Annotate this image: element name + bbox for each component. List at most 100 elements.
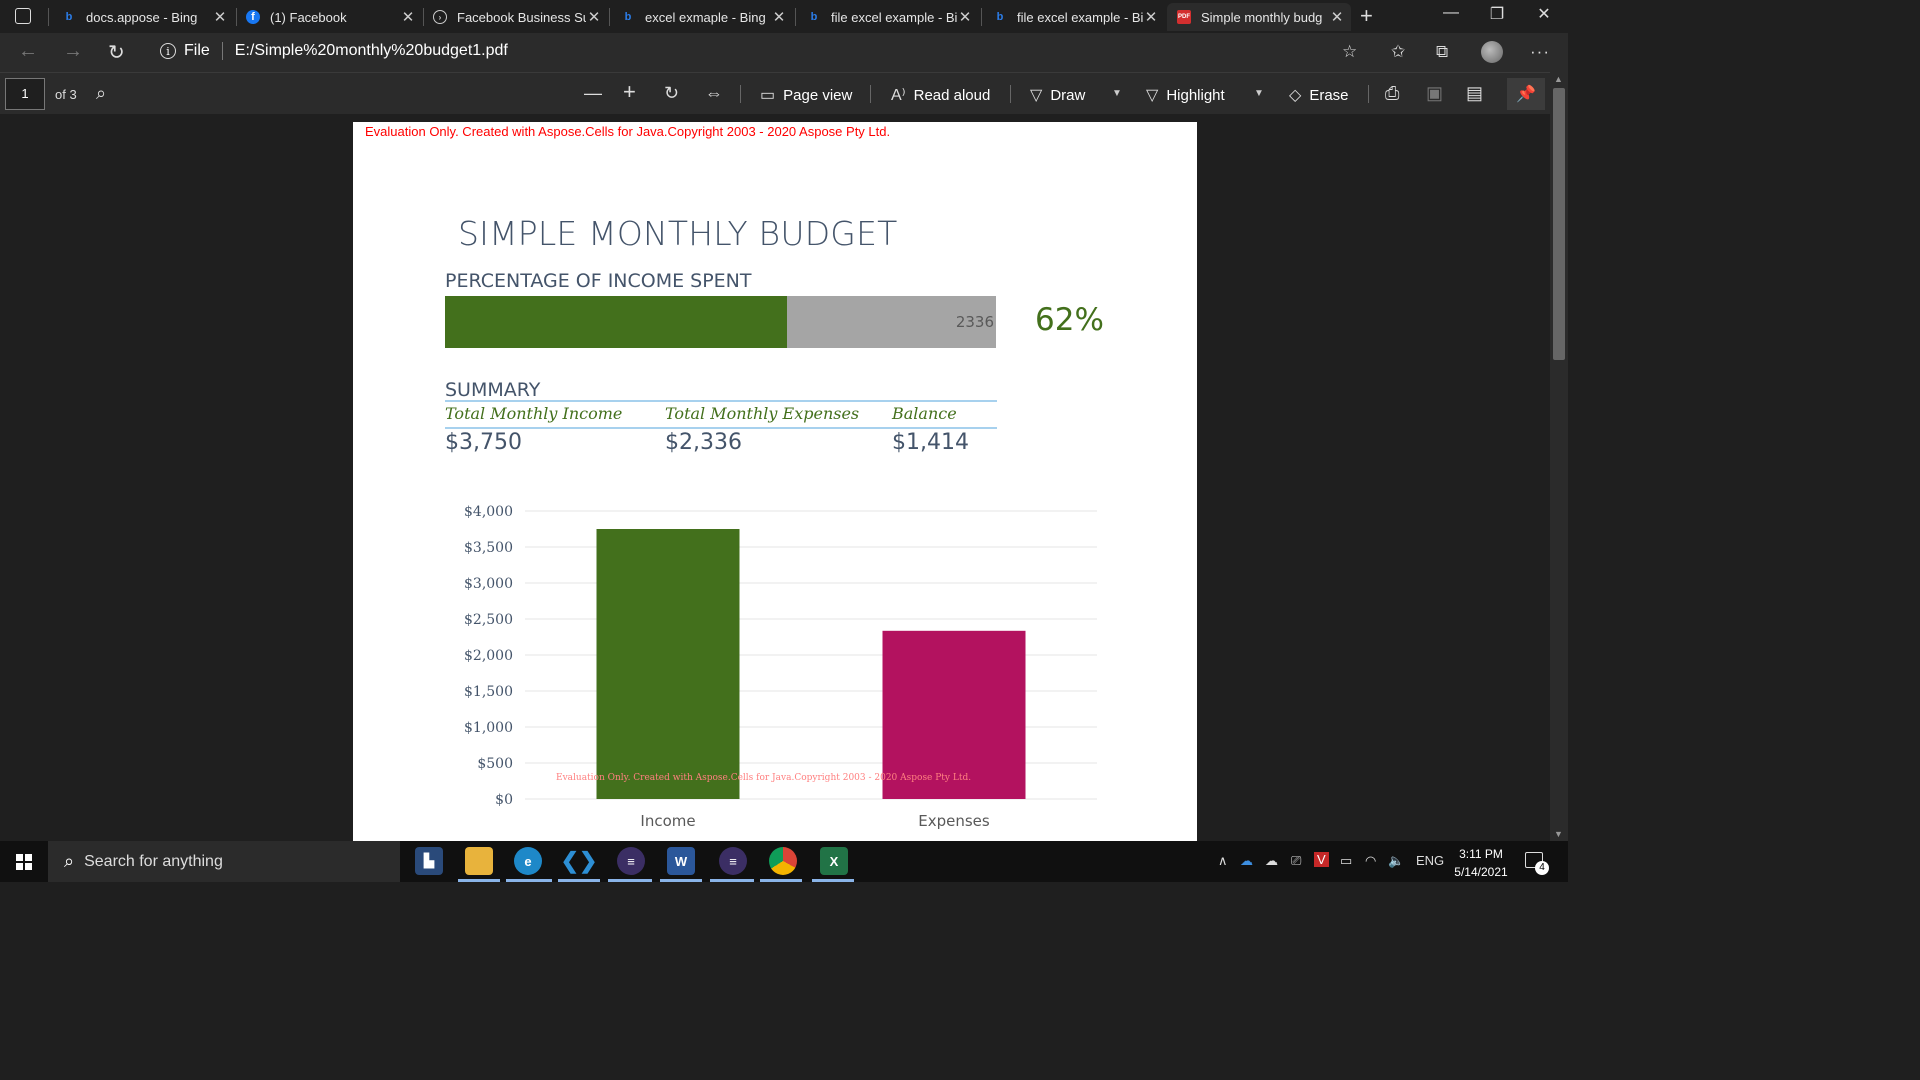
language-indicator[interactable]: ENG	[1416, 853, 1444, 868]
tab-excel-example[interactable]: b excel exmaple - Bing ✕	[611, 3, 793, 31]
edge-icon[interactable]: e	[514, 847, 542, 875]
summary-title: SUMMARY	[445, 379, 541, 401]
highlight-button[interactable]: ▽ Highlight	[1146, 85, 1225, 105]
back-icon[interactable]: ←	[18, 40, 38, 63]
excel-icon[interactable]: X	[820, 847, 848, 875]
tab-facebook[interactable]: f (1) Facebook ✕	[236, 3, 422, 31]
draw-options-chevron-icon[interactable]: ▼	[1112, 88, 1122, 99]
add-favorite-icon[interactable]: ☆	[1342, 42, 1357, 62]
collections-icon[interactable]: ⧉	[1436, 42, 1448, 62]
highlight-label: Highlight	[1166, 86, 1225, 104]
rotate-icon[interactable]: ↻	[664, 83, 679, 104]
new-tab-icon[interactable]: +	[1360, 3, 1373, 29]
running-indicator	[608, 879, 652, 882]
erase-button[interactable]: ◇ Erase	[1289, 85, 1349, 105]
restore-icon[interactable]: ❐	[1474, 4, 1520, 24]
taskbar-search-placeholder: Search for anything	[84, 852, 223, 870]
tab-separator	[609, 8, 610, 26]
highlight-options-chevron-icon[interactable]: ▼	[1254, 88, 1264, 99]
eclipse-icon[interactable]: ≡	[617, 847, 645, 875]
app-tray-icon[interactable]: ⎚	[1291, 853, 1301, 869]
pin-toolbar-icon[interactable]: 📌	[1507, 78, 1545, 110]
onedrive-personal-icon[interactable]: ☁	[1265, 853, 1278, 869]
facebook-icon: f	[246, 10, 260, 24]
pdf-page: Evaluation Only. Created with Aspose.Cel…	[353, 122, 1197, 841]
url-text[interactable]: E:/Simple%20monthly%20budget1.pdf	[235, 42, 508, 60]
chart-x-label-expenses: Expenses	[918, 812, 990, 830]
more-options-icon[interactable]: ···	[1530, 42, 1550, 62]
page-view-icon: ▭	[760, 87, 776, 104]
close-tab-icon[interactable]: ✕	[1143, 8, 1159, 26]
address-bar: ← → ↻ i File E:/Simple%20monthly%20budge…	[0, 33, 1568, 72]
url-field[interactable]: i File E:/Simple%20monthly%20budget1.pdf	[160, 42, 508, 60]
tab-title: Simple monthly budg	[1201, 9, 1323, 25]
tab-simple-monthly-budget[interactable]: PDF Simple monthly budg ✕	[1167, 3, 1351, 31]
bing-icon: b	[65, 11, 73, 23]
show-hidden-icons-icon[interactable]: ∧	[1218, 853, 1228, 869]
chart-bar-income	[596, 529, 740, 799]
refresh-icon[interactable]: ↻	[108, 40, 125, 65]
fit-to-page-icon[interactable]: ⇔	[705, 83, 723, 104]
forward-icon[interactable]: →	[63, 40, 83, 63]
close-tab-icon[interactable]: ✕	[586, 8, 602, 26]
clock[interactable]: 3:11 PM 5/14/2021	[1446, 845, 1516, 881]
page-total: of 3	[55, 87, 77, 102]
scrollbar-thumb[interactable]	[1553, 88, 1565, 360]
erase-label: Erase	[1309, 86, 1349, 104]
eclipse-icon[interactable]: ≡	[719, 847, 747, 875]
profile-avatar[interactable]	[1481, 41, 1503, 63]
search-icon[interactable]: ⌕	[96, 83, 106, 104]
tab-file-excel-example-2[interactable]: b file excel example - Bi ✕	[983, 3, 1165, 31]
toolbar-separator	[870, 85, 871, 103]
scroll-down-icon[interactable]: ▼	[1554, 829, 1563, 839]
page-number-input[interactable]: 1	[5, 78, 45, 110]
tab-actions-icon[interactable]	[15, 8, 31, 24]
evaluation-notice: Evaluation Only. Created with Aspose.Cel…	[365, 124, 891, 139]
summary-value-balance: $1,414	[892, 430, 969, 455]
draw-button[interactable]: ▽ Draw	[1030, 85, 1085, 105]
info-icon[interactable]: i	[160, 43, 176, 59]
zoom-out-icon[interactable]: —	[584, 83, 602, 104]
vivaldi-tray-icon[interactable]: V	[1314, 852, 1329, 867]
file-explorer-icon[interactable]	[465, 847, 493, 875]
close-tab-icon[interactable]: ✕	[400, 8, 416, 26]
taskbar-search-box[interactable]: ⌕ Search for anything	[48, 841, 400, 882]
pdf-toolbar: 1 of 3 ⌕ — + ↻ ⇔ ▭ Page view A⁾ Read alo…	[0, 72, 1568, 114]
tab-docs-appose[interactable]: b docs.appose - Bing ✕	[52, 3, 234, 31]
income-spent-bar-value: 2336	[955, 313, 994, 331]
windows-start-icon[interactable]	[16, 854, 32, 870]
close-tab-icon[interactable]: ✕	[771, 8, 787, 26]
income-spent-percent: 62%	[1035, 302, 1104, 338]
zoom-in-icon[interactable]: +	[623, 79, 636, 105]
favorites-icon[interactable]: ✩	[1391, 42, 1405, 62]
tab-facebook-business[interactable]: › Facebook Business Su ✕	[423, 3, 608, 31]
vertical-scrollbar[interactable]: ▲ ▼	[1550, 72, 1568, 841]
close-window-icon[interactable]: ✕	[1521, 4, 1567, 24]
eraser-icon: ◇	[1289, 87, 1302, 104]
tab-file-excel-example-1[interactable]: b file excel example - Bi ✕	[797, 3, 979, 31]
vscode-icon[interactable]: ❮❯	[561, 847, 598, 875]
word-icon[interactable]: W	[667, 847, 695, 875]
tab-title: (1) Facebook	[270, 9, 347, 25]
close-tab-icon[interactable]: ✕	[957, 8, 973, 26]
volume-icon[interactable]: 🔈	[1388, 853, 1404, 869]
tab-strip: b docs.appose - Bing ✕ f (1) Facebook ✕ …	[0, 0, 1568, 33]
task-view-icon[interactable]: ▙	[415, 847, 443, 875]
close-tab-icon[interactable]: ✕	[212, 8, 228, 26]
minimize-icon[interactable]: —	[1428, 4, 1474, 22]
battery-icon[interactable]: ▭	[1340, 853, 1352, 869]
save-as-icon[interactable]: ▤	[1466, 83, 1483, 104]
close-tab-icon[interactable]: ✕	[1329, 8, 1345, 26]
read-aloud-button[interactable]: A⁾ Read aloud	[891, 85, 990, 105]
pdf-viewer[interactable]: Evaluation Only. Created with Aspose.Cel…	[0, 114, 1550, 841]
scroll-up-icon[interactable]: ▲	[1554, 74, 1563, 84]
onedrive-icon[interactable]: ☁	[1240, 853, 1253, 869]
url-scheme-label: File	[184, 42, 210, 59]
chrome-icon[interactable]	[769, 847, 797, 875]
print-icon[interactable]: ⎙	[1385, 83, 1399, 104]
wifi-icon[interactable]: ◠	[1365, 853, 1376, 869]
income-spent-bar-fill	[445, 296, 787, 348]
tab-title: docs.appose - Bing	[86, 9, 198, 25]
page-view-button[interactable]: ▭ Page view	[760, 85, 852, 105]
tab-title: file excel example - Bi	[1017, 9, 1143, 25]
